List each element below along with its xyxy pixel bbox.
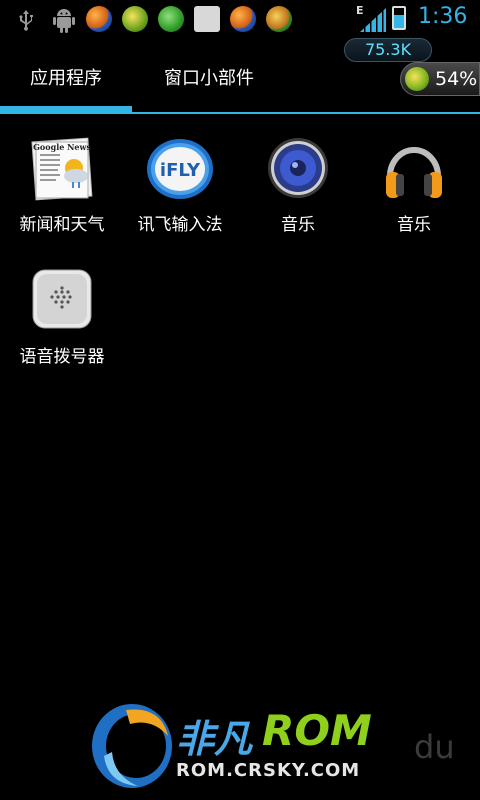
app-label: 音乐 (281, 215, 315, 235)
app-label: 新闻和天气 (19, 215, 105, 235)
tab-widgets-label: 窗口小部件 (164, 68, 254, 89)
clock: 1:36 (418, 4, 468, 29)
app-label: 讯飞输入法 (137, 215, 223, 235)
plus-app-icon (405, 67, 429, 91)
headphones-icon (386, 147, 442, 198)
app-news-weather[interactable]: Google News 新闻和天气 (2, 136, 122, 246)
tab-apps-label: 应用程序 (30, 68, 102, 89)
memory-boost-widget[interactable]: 54% (400, 62, 480, 96)
app-music-player[interactable]: 音乐 (354, 136, 474, 246)
watermark-brand-rom: ROM (262, 706, 372, 755)
shield-plus-icon (158, 6, 184, 32)
app-music[interactable]: 音乐 (238, 136, 358, 246)
voice-dialer-icon (32, 269, 92, 329)
watermark-du: du (414, 728, 455, 766)
status-bar[interactable]: E 1:36 (0, 0, 480, 38)
watermark-url: ROM.CRSKY.COM (176, 760, 361, 781)
gallery-icon (194, 6, 220, 32)
tab-divider (0, 112, 480, 114)
ifly-icon-text: iFLY (160, 160, 201, 181)
watermark-brand-cn: 非凡 (176, 717, 253, 761)
crsky-logo-icon (92, 704, 172, 788)
watermark: 非凡 ROM du ROM.CRSKY.COM (80, 690, 480, 800)
tab-widgets[interactable]: 窗口小部件 (164, 64, 254, 90)
app-label: 语音拨号器 (19, 347, 105, 367)
usb-icon (19, 10, 33, 31)
speaker-icon (268, 138, 328, 198)
network-speed-widget[interactable]: 75.3K (344, 38, 432, 62)
ifly-icon: iFLY (147, 139, 213, 199)
network-speed-value: 75.3K (364, 40, 412, 59)
android-debug-icon (53, 9, 75, 33)
battery-percent: 54% (435, 68, 478, 90)
news-icon-title: Google News (33, 142, 91, 152)
google-news-icon: Google News (31, 137, 93, 201)
app-voice-dialer[interactable]: 语音拨号器 (2, 268, 122, 378)
battery-charging-icon (392, 6, 406, 30)
app-notification-icon (86, 6, 112, 32)
app-label: 音乐 (397, 215, 431, 235)
app-notification-icon (230, 6, 256, 32)
app-ifly-input[interactable]: iFLY 讯飞输入法 (120, 136, 240, 246)
plus-app-icon (122, 6, 148, 32)
tab-apps[interactable]: 应用程序 (30, 64, 102, 90)
refresh-app-icon (266, 6, 292, 32)
signal-icon (360, 8, 386, 32)
